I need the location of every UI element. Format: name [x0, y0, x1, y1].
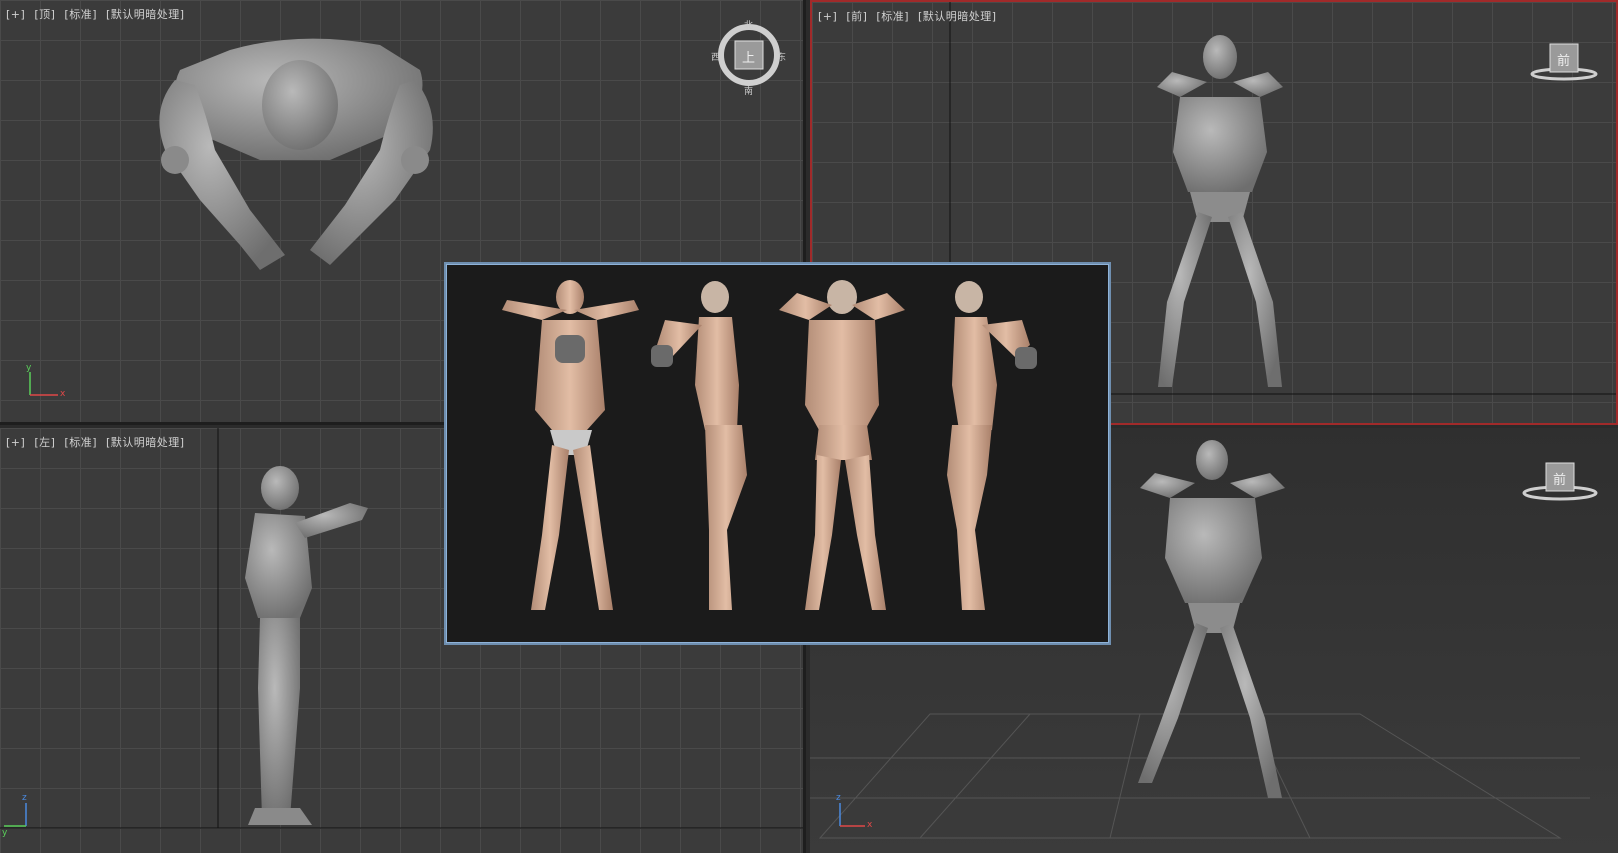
viewport-view-label[interactable]: [前]: [846, 10, 867, 23]
viewport-menu-plus[interactable]: [+]: [6, 436, 25, 449]
viewport-front-labels[interactable]: [+] [前] [标准] [默认明暗处理]: [818, 8, 1002, 24]
axis-z-label: z: [22, 793, 27, 803]
viewport-view-label[interactable]: [顶]: [34, 8, 55, 21]
axis-x-label: x: [867, 820, 873, 830]
viewport-menu-plus[interactable]: [+]: [818, 10, 837, 23]
reference-figures: [502, 280, 1037, 610]
reference-figure-back: [779, 280, 905, 610]
viewport-shading-label[interactable]: [默认明暗处理]: [106, 436, 185, 449]
viewport-shading-label[interactable]: [默认明暗处理]: [918, 10, 997, 23]
viewport-shading-label[interactable]: [默认明暗处理]: [106, 8, 185, 21]
reference-image-overlay: [446, 264, 1109, 643]
viewport-camera-label[interactable]: [标准]: [876, 10, 909, 23]
viewcube-face[interactable]: 前: [1557, 50, 1570, 69]
viewport-camera-label[interactable]: [标准]: [64, 8, 97, 21]
axis-y-label: y: [2, 828, 8, 838]
viewport-view-label[interactable]: [左]: [34, 436, 55, 449]
reference-figure-front: [502, 280, 639, 610]
viewport-top-labels[interactable]: [+] [顶] [标准] [默认明暗处理]: [6, 6, 190, 22]
axis-z-label: z: [836, 793, 841, 803]
viewport-camera-label[interactable]: [标准]: [64, 436, 97, 449]
axis-x-label: x: [60, 389, 66, 399]
viewport-left-labels[interactable]: [+] [左] [标准] [默认明暗处理]: [6, 434, 190, 450]
reference-figure-side-left: [651, 281, 747, 610]
reference-figure-side-right: [947, 281, 1037, 610]
viewport-menu-plus[interactable]: [+]: [6, 8, 25, 21]
axis-y-label: y: [26, 363, 32, 373]
